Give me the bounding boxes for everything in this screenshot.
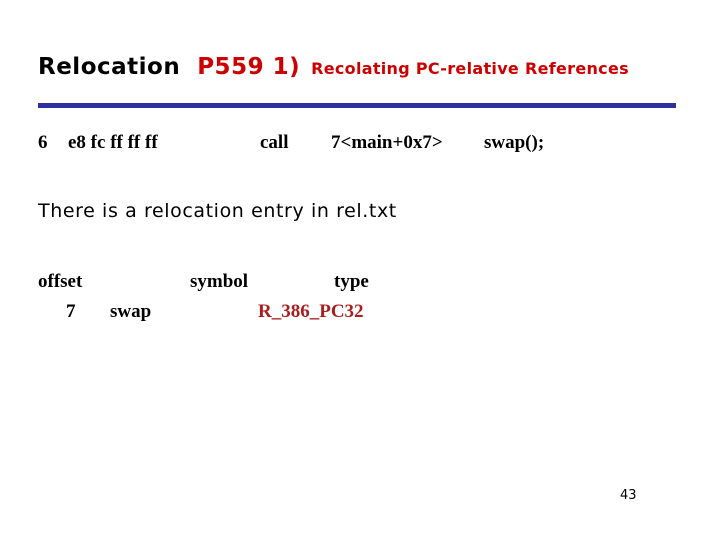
- table-row: 7 swap R_386_PC32: [38, 301, 478, 331]
- page-number: 43: [620, 488, 637, 503]
- disassembly-mnemonic: call: [260, 132, 289, 153]
- disassembly-comment: swap();: [484, 132, 545, 153]
- relocation-table: offset symbol type 7 swap R_386_PC32: [38, 271, 478, 331]
- column-header-offset: offset: [38, 271, 83, 292]
- column-header-type: type: [334, 271, 369, 292]
- cell-type: R_386_PC32: [258, 301, 364, 322]
- title-code-text: P559 1): [197, 54, 301, 80]
- slide-title: Relocation P559 1) Recolating PC-relativ…: [38, 56, 678, 90]
- disassembly-address: 6: [38, 132, 48, 153]
- title-underline-rule: [38, 103, 676, 108]
- disassembly-line: 6 e8 fc ff ff ff call 7<main+0x7> swap()…: [38, 132, 678, 158]
- relocation-note-text: There is a relocation entry in rel.txt: [38, 200, 397, 222]
- cell-symbol: swap: [110, 301, 152, 322]
- disassembly-bytes: e8 fc ff ff ff: [68, 132, 158, 153]
- relocation-table-header-row: offset symbol type: [38, 271, 478, 301]
- disassembly-target: 7<main+0x7>: [331, 132, 443, 153]
- title-subtitle-text: Recolating PC-relative References: [311, 59, 629, 78]
- slide-canvas: Relocation P559 1) Recolating PC-relativ…: [0, 0, 720, 540]
- cell-offset: 7: [66, 301, 76, 322]
- title-main-text: Relocation: [38, 54, 181, 80]
- column-header-symbol: symbol: [190, 271, 249, 292]
